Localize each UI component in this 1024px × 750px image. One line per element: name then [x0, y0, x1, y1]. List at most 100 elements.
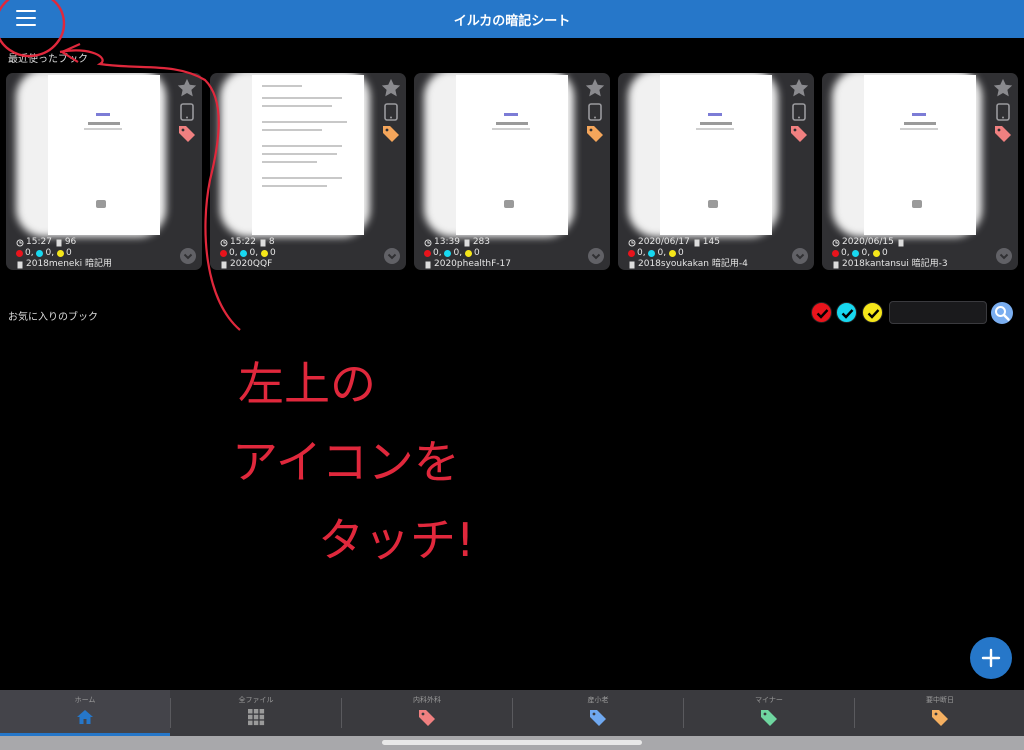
star-icon[interactable] [176, 77, 198, 99]
search-input[interactable] [889, 301, 987, 324]
expand-chevron-button[interactable] [384, 248, 400, 264]
app-title: イルカの暗記シート [453, 14, 571, 29]
red-count: 0 [637, 248, 643, 258]
home-icon [77, 710, 93, 724]
book-thumbnail [424, 73, 574, 238]
recent-books-label: 最近使ったブック [8, 54, 88, 65]
tab-minor[interactable]: マイナー [684, 690, 854, 736]
expand-chevron-button[interactable] [180, 248, 196, 264]
book-name: 2020phealthF-17 [434, 259, 511, 269]
history-icon [628, 239, 636, 246]
page-count: 96 [64, 237, 77, 247]
tag-icon[interactable] [790, 124, 808, 142]
cyan-count: 0 [45, 248, 52, 258]
expand-chevron-button[interactable] [792, 248, 808, 264]
tab-home[interactable]: ホーム [0, 690, 170, 736]
tab-label: 要中断日 [926, 696, 954, 704]
page-count: 8 [268, 237, 275, 247]
home-indicator[interactable] [382, 740, 642, 745]
last-opened-time: 13:39 [434, 237, 460, 247]
document-icon [260, 239, 266, 246]
document-icon [425, 261, 431, 268]
book-name: 2020QQF [230, 259, 273, 269]
add-book-button[interactable] [970, 637, 1012, 679]
book-thumbnail [16, 73, 166, 238]
book-card[interactable]: 2020/06/15 0, 0, 0 2018kantansui 暗記用-3 [822, 73, 1018, 270]
red-count: 0 [229, 248, 235, 258]
star-icon[interactable] [992, 77, 1014, 99]
filter-cyan-check-icon[interactable] [836, 302, 857, 323]
annotation-line-1: 左上の [238, 357, 376, 411]
cyan-count: 0 [861, 248, 868, 258]
history-icon [220, 239, 228, 246]
last-opened-time: 2020/06/15 [842, 237, 894, 247]
document-icon [221, 261, 227, 268]
tab-label: 内科外科 [413, 696, 441, 704]
document-icon [56, 239, 62, 246]
tag-icon [932, 710, 948, 726]
document-icon [898, 239, 904, 246]
yellow-count: 0 [473, 248, 480, 258]
book-name: 2018syoukakan 暗記用-4 [638, 259, 748, 269]
search-button[interactable] [991, 302, 1013, 324]
cyan-count: 0 [453, 248, 460, 258]
document-icon [464, 239, 470, 246]
tag-icon[interactable] [586, 124, 604, 142]
star-icon[interactable] [584, 77, 606, 99]
phone-icon[interactable] [384, 103, 398, 121]
tag-icon [761, 710, 777, 726]
yellow-count: 0 [65, 248, 72, 258]
tab-internal-surgery[interactable]: 内科外科 [342, 690, 512, 736]
favorite-books-label: お気に入りのブック [8, 312, 98, 323]
book-thumbnail [628, 73, 778, 238]
tab-label: ホーム [74, 696, 96, 704]
page-count: 283 [472, 237, 490, 247]
tag-icon [419, 710, 435, 726]
search-icon [995, 306, 1010, 321]
yellow-count: 0 [677, 248, 684, 258]
last-opened-time: 15:27 [26, 237, 52, 247]
tab-all-files[interactable]: 全ファイル [171, 690, 341, 736]
book-thumbnail [220, 73, 370, 238]
expand-chevron-button[interactable] [996, 248, 1012, 264]
red-count: 0 [841, 248, 847, 258]
book-card[interactable]: 15:27 96 0, 0, 0 2018meneki 暗記用 [6, 73, 202, 270]
last-opened-time: 2020/06/17 [638, 237, 690, 247]
document-icon [629, 261, 635, 268]
filter-yellow-check-icon[interactable] [862, 302, 883, 323]
history-icon [424, 239, 432, 246]
cyan-count: 0 [249, 248, 256, 258]
book-card[interactable]: 15:22 8 0, 0, 0 2020QQF [210, 73, 406, 270]
book-card[interactable]: 2020/06/17 145 0, 0, 0 2018syoukakan 暗記用… [618, 73, 814, 270]
annotation-line-2: アイコンを [232, 435, 460, 489]
tag-icon[interactable] [994, 124, 1012, 142]
phone-icon[interactable] [180, 103, 194, 121]
phone-icon[interactable] [996, 103, 1010, 121]
grid-icon [248, 709, 265, 726]
book-name: 2018meneki 暗記用 [26, 259, 113, 269]
history-icon [832, 239, 840, 246]
phone-icon[interactable] [588, 103, 602, 121]
book-card[interactable]: 13:39 283 0, 0, 0 2020phealthF-17 [414, 73, 610, 270]
tab-label: マイナー [755, 696, 783, 704]
tag-icon[interactable] [178, 124, 196, 142]
last-opened-time: 15:22 [230, 237, 256, 247]
tag-icon[interactable] [382, 124, 400, 142]
star-icon[interactable] [380, 77, 402, 99]
annotation-line-3: タッチ! [318, 513, 474, 567]
book-name: 2018kantansui 暗記用-3 [842, 259, 948, 269]
book-thumbnail [832, 73, 982, 238]
phone-icon[interactable] [792, 103, 806, 121]
tab-obstetrics[interactable]: 産小老 [513, 690, 683, 736]
document-icon [17, 261, 23, 268]
app-header: イルカの暗記シート [0, 0, 1024, 38]
history-icon [16, 239, 24, 246]
star-icon[interactable] [788, 77, 810, 99]
tab-label: 全ファイル [238, 696, 274, 704]
tag-icon [590, 710, 606, 726]
tab-required[interactable]: 要中断日 [855, 690, 1024, 736]
filter-red-check-icon[interactable] [811, 302, 832, 323]
expand-chevron-button[interactable] [588, 248, 604, 264]
plus-icon [981, 648, 1001, 668]
cyan-count: 0 [657, 248, 664, 258]
